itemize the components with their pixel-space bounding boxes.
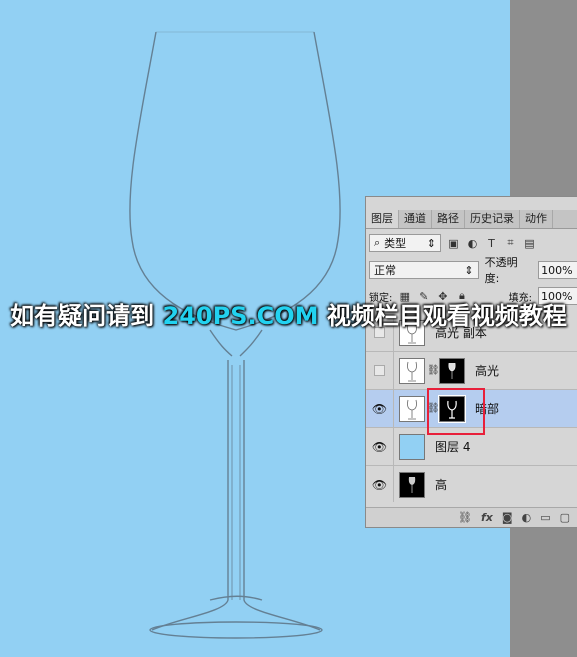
filter-row: ⌕ 类型 ⇕ ▣ ◐ T ⌗ ▤: [369, 233, 577, 253]
adjustment-filter-icon[interactable]: ◐: [466, 237, 479, 250]
panel-tabs: 图层 通道 路径 历史记录 动作: [366, 210, 577, 229]
adjustment-layer-icon[interactable]: ◐: [522, 511, 532, 524]
new-group-icon[interactable]: ▭: [540, 511, 550, 524]
eye-icon: 👁︎: [371, 401, 388, 416]
fx-button[interactable]: fx: [481, 511, 493, 524]
watermark-banner: 如有疑问请到 240PS.COM 视频栏目观看视频教程: [0, 296, 577, 331]
tab-history[interactable]: 历史记录: [465, 210, 520, 228]
visibility-toggle[interactable]: 👁︎: [366, 465, 394, 502]
add-mask-icon[interactable]: ◙: [502, 511, 513, 524]
layer-thumbnail: [399, 433, 425, 460]
smart-object-filter-icon[interactable]: ▤: [523, 237, 536, 250]
blend-row: 正常 ⇕ 不透明度: 100%: [369, 256, 577, 285]
tab-channels[interactable]: 通道: [399, 210, 432, 228]
layer-thumbnail: [399, 471, 425, 498]
layer-thumbnail: [399, 357, 425, 384]
blend-mode-value: 正常: [374, 264, 396, 277]
blend-mode-select[interactable]: 正常 ⇕: [369, 261, 479, 279]
visibility-toggle[interactable]: [366, 351, 394, 390]
layer-name: 高: [435, 478, 448, 492]
tab-layers[interactable]: 图层: [366, 210, 399, 228]
layer-name: 高光: [475, 364, 500, 378]
image-filter-icon[interactable]: ▣: [447, 237, 460, 250]
eye-icon: 👁︎: [371, 477, 388, 492]
highlight-annotation-box: [427, 388, 485, 435]
link-layers-icon[interactable]: ⛓: [458, 511, 472, 524]
layer-mask-thumbnail[interactable]: [439, 357, 465, 384]
watermark-prefix: 如有疑问请到: [10, 302, 163, 330]
chevron-updown-icon: ⇕: [426, 236, 436, 250]
tab-actions[interactable]: 动作: [520, 210, 553, 228]
watermark-site: 240PS.COM: [162, 302, 319, 330]
type-filter-icon[interactable]: T: [485, 237, 498, 250]
visibility-toggle[interactable]: 👁︎: [366, 389, 394, 428]
layers-panel: 图层 通道 路径 历史记录 动作 ⌕ 类型 ⇕ ▣ ◐ T ⌗ ▤ 正常 ⇕ 不…: [365, 196, 577, 528]
layers-panel-footer: ⛓ fx ◙ ◐ ▭ ▢: [366, 507, 577, 527]
tab-paths[interactable]: 路径: [432, 210, 465, 228]
layer-thumbnail: [399, 395, 425, 422]
hidden-box-icon: [374, 365, 385, 376]
new-layer-icon[interactable]: ▢: [560, 511, 570, 524]
visibility-toggle[interactable]: 👁︎: [366, 427, 394, 466]
layer-row[interactable]: 👁︎ 高: [366, 465, 577, 502]
layer-filter-select[interactable]: ⌕ 类型 ⇕: [369, 234, 441, 252]
opacity-input[interactable]: 100%: [538, 261, 577, 279]
watermark-suffix: 视频栏目观看视频教程: [318, 302, 567, 330]
shape-filter-icon[interactable]: ⌗: [504, 236, 517, 250]
layer-row[interactable]: ⛓ 高光: [366, 351, 577, 390]
search-icon: ⌕: [374, 236, 381, 249]
layer-name: 图层 4: [435, 440, 471, 454]
filter-kind-label: 类型: [384, 237, 407, 250]
eye-icon: 👁︎: [371, 439, 388, 454]
chevron-updown-icon: ⇕: [464, 263, 474, 277]
opacity-label: 不透明度:: [484, 256, 518, 285]
link-chain-icon[interactable]: ⛓: [427, 365, 440, 376]
